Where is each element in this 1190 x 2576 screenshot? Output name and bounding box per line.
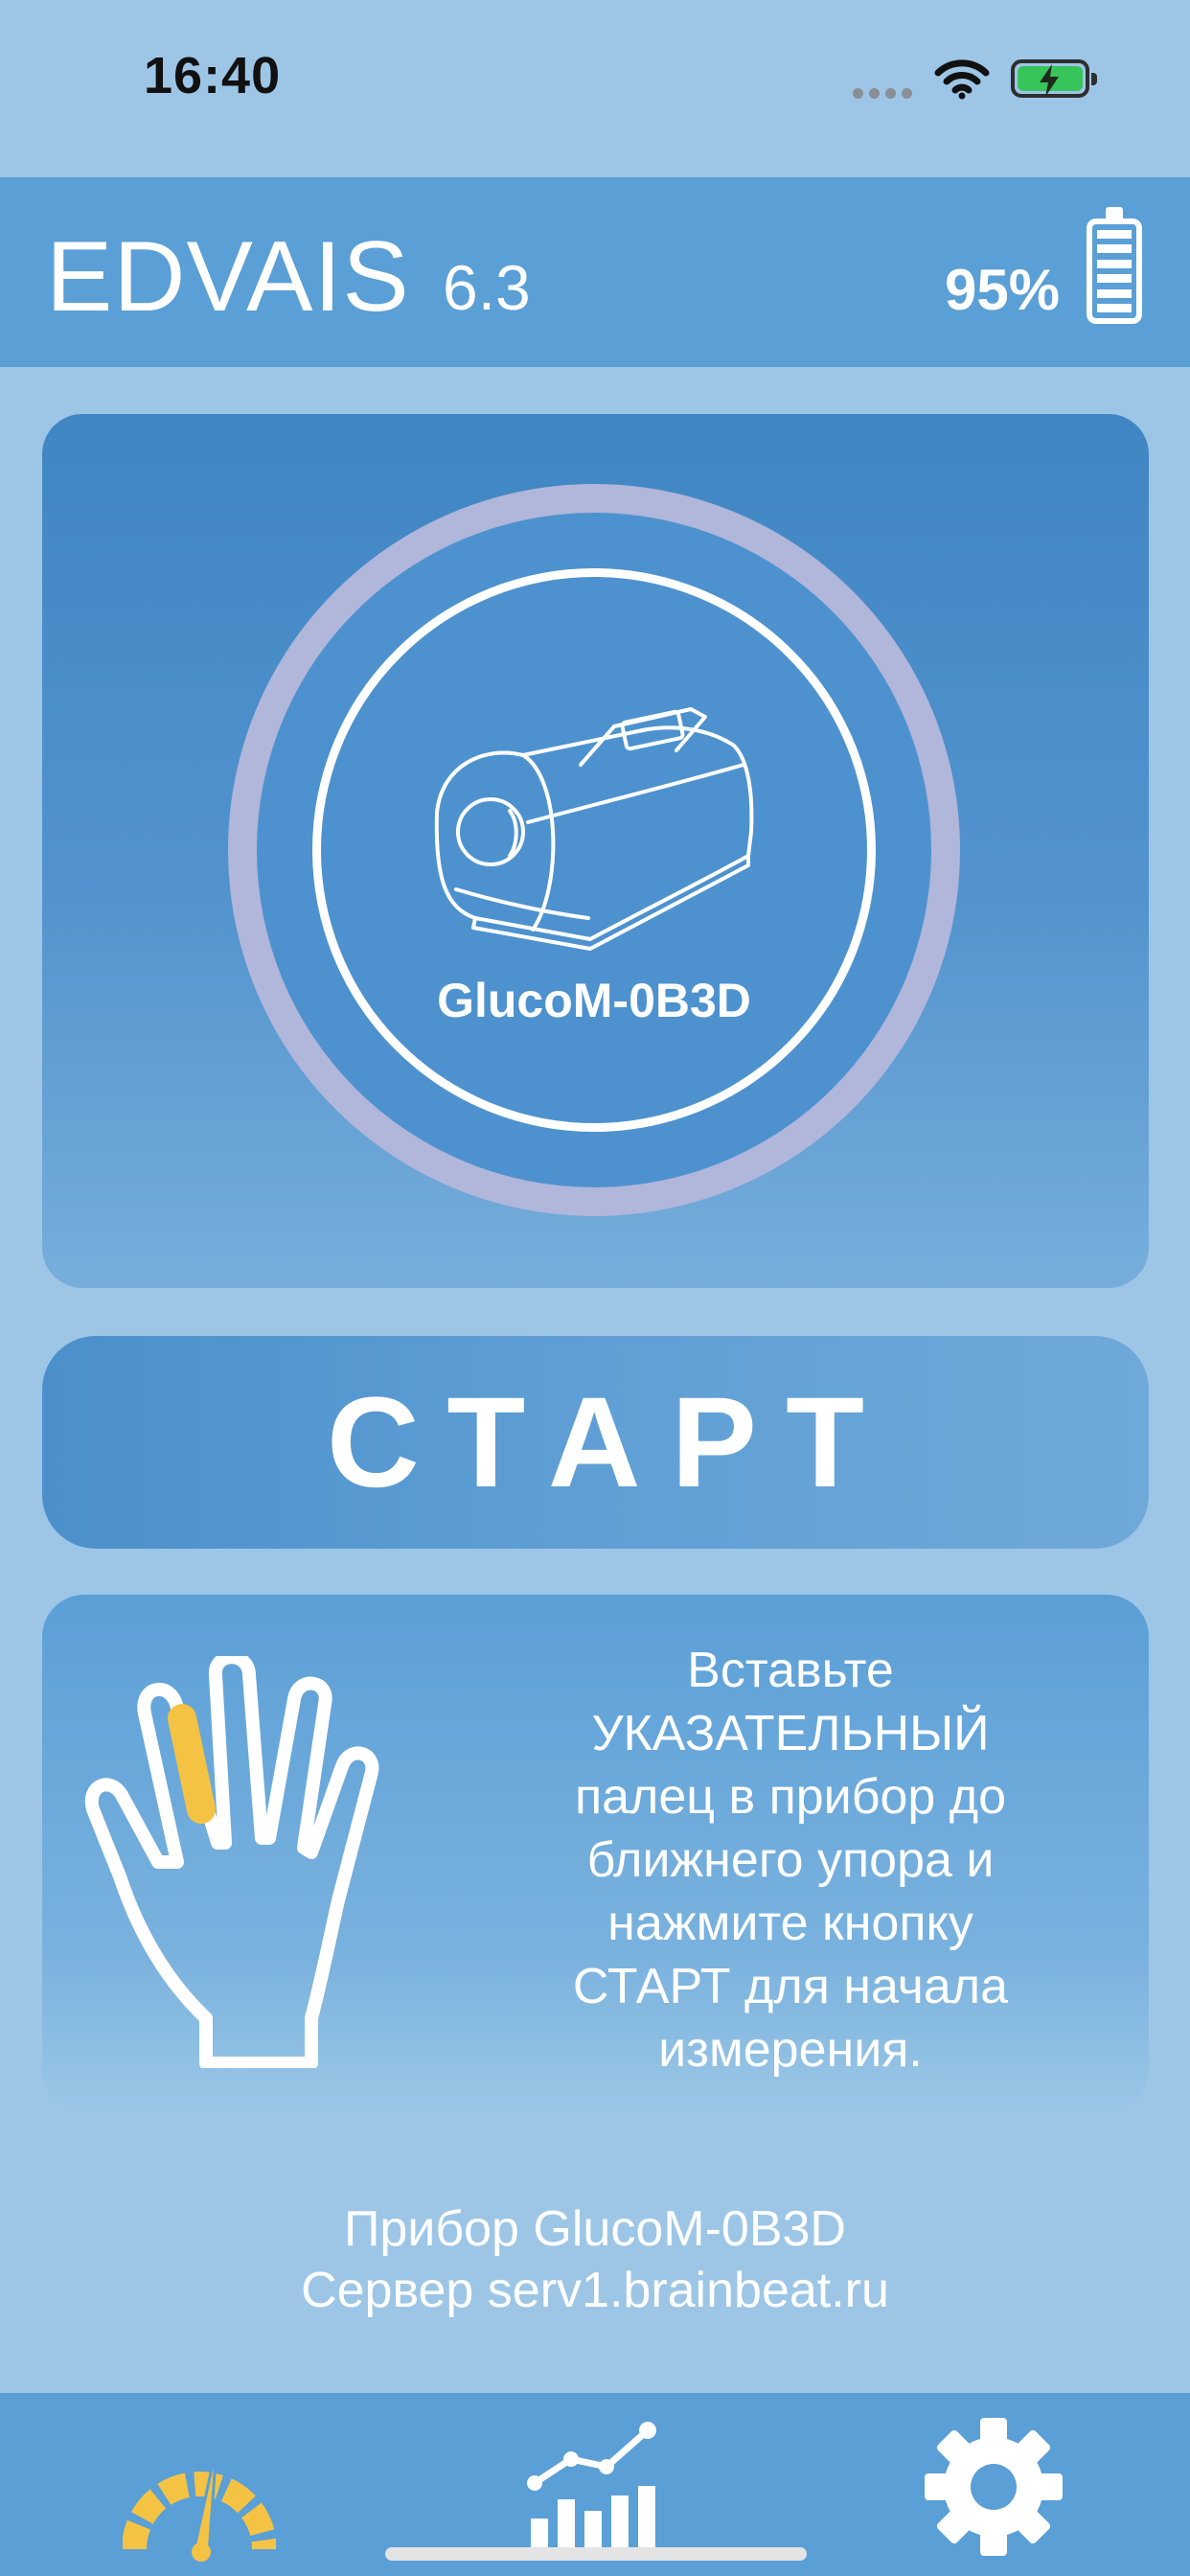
server-info: Сервер serv1.brainbeat.ru <box>301 2263 889 2318</box>
instruction-line: нажмите кнопку <box>607 1896 973 1951</box>
start-button[interactable]: СТАРТ <box>42 1336 1149 1549</box>
device-battery-percent: 95% <box>945 258 1061 322</box>
status-time: 16:40 <box>144 47 282 104</box>
instruction-line: Вставьте <box>687 1643 894 1698</box>
device-info: Прибор GlucoM-0B3D <box>344 2201 846 2257</box>
gear-icon[interactable] <box>922 2415 1065 2564</box>
app-version: 6.3 <box>443 252 531 323</box>
battery-full-icon <box>1087 207 1142 324</box>
instruction-line: УКАЗАТЕЛЬНЫЙ <box>591 1706 990 1761</box>
instruction-text: Вставьте УКАЗАТЕЛЬНЫЙ палец в прибор до … <box>498 1639 1083 2082</box>
hand-index-finger-icon <box>81 1650 436 2073</box>
instruction-line: измерения. <box>658 2022 923 2078</box>
instruction-line: палец в прибор до <box>574 1769 1007 1825</box>
device-name: GlucoM-0B3D <box>437 974 751 1027</box>
start-button-label: СТАРТ <box>326 1370 896 1514</box>
signal-dots-icon <box>853 86 918 104</box>
home-indicator[interactable] <box>385 2547 807 2561</box>
speedometer-icon[interactable] <box>122 2429 277 2568</box>
app-title: EDVAIS <box>46 221 410 333</box>
instruction-line: ближнего упора и <box>586 1832 995 1888</box>
instruction-line: СТАРТ для начала <box>572 1959 1009 2014</box>
wifi-icon <box>934 58 990 104</box>
glucometer-device-icon <box>418 688 763 971</box>
charging-battery-icon <box>1011 59 1097 98</box>
chart-icon[interactable] <box>525 2411 669 2560</box>
